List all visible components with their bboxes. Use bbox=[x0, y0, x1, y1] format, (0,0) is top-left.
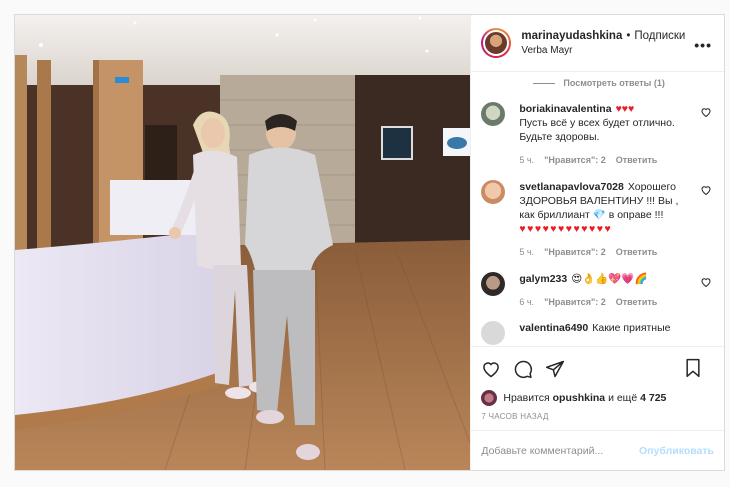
hearts-emoji: ♥♥♥♥♥♥♥♥♥♥♥♥ bbox=[519, 223, 613, 235]
like-comment-heart-icon[interactable] bbox=[700, 276, 712, 288]
follow-status-button[interactable]: Подписки bbox=[634, 30, 685, 42]
post-modal: marinayudashkina • Подписки Verba Mayr •… bbox=[14, 14, 725, 471]
more-options-icon[interactable]: ••• bbox=[694, 37, 712, 53]
comment-meta: 6 ч. "Нравится": 2 Ответить bbox=[519, 295, 679, 309]
comment-likes[interactable]: "Нравится": 2 bbox=[544, 153, 606, 167]
comment-text: Пусть всё у всех будет отлично. Будьте з… bbox=[519, 117, 675, 143]
comments-list: Посмотреть ответы (1) boriakinavalentina… bbox=[471, 72, 724, 346]
commenter-username[interactable]: valentina6490 bbox=[519, 322, 588, 334]
post-header: marinayudashkina • Подписки Verba Mayr •… bbox=[471, 15, 724, 72]
view-replies-link[interactable]: Посмотреть ответы (1) bbox=[533, 78, 714, 88]
reply-button[interactable]: Ответить bbox=[616, 153, 658, 167]
comment-age: 5 ч. bbox=[519, 247, 535, 257]
comment-likes[interactable]: "Нравится": 2 bbox=[544, 295, 606, 309]
comment-input[interactable] bbox=[481, 444, 640, 457]
liker-username[interactable]: opushkina bbox=[553, 392, 606, 404]
comment-item: boriakinavalentina ♥♥♥ Пусть всё у всех б… bbox=[481, 102, 714, 167]
liker-avatar[interactable] bbox=[481, 390, 498, 406]
comment-meta: 5 ч. "Нравится": 2 Ответить bbox=[519, 245, 679, 259]
comment-item: galym233 😍👌👍💖💗🌈 6 ч. "Нравится": 2 Ответи… bbox=[481, 272, 714, 309]
author-username[interactable]: marinayudashkina bbox=[521, 30, 622, 42]
commenter-avatar[interactable] bbox=[481, 272, 506, 296]
comment-text: Какие приятные bbox=[592, 322, 671, 334]
post-side-panel: marinayudashkina • Подписки Verba Mayr •… bbox=[470, 15, 724, 470]
separator-dot: • bbox=[626, 30, 631, 42]
comment-item: svetlanapavlova7028 Хорошего ЗДОРОВЬЯ ВАЛ… bbox=[481, 180, 714, 259]
share-paper-plane-icon[interactable] bbox=[545, 359, 565, 379]
comment-meta: 5 ч. "Нравится": 2 Ответить bbox=[519, 153, 679, 167]
commenter-avatar[interactable] bbox=[481, 180, 506, 204]
post-photo[interactable] bbox=[15, 15, 471, 470]
like-heart-icon[interactable] bbox=[481, 359, 501, 379]
commenter-username[interactable]: galym233 bbox=[519, 273, 567, 285]
comment-likes[interactable]: "Нравится": 2 bbox=[544, 245, 606, 259]
photo-scene bbox=[15, 15, 471, 470]
publish-button[interactable]: Опубликовать bbox=[639, 445, 714, 457]
location-link[interactable]: Verba Mayr bbox=[521, 45, 685, 56]
commenter-avatar[interactable] bbox=[481, 321, 506, 345]
author-avatar[interactable] bbox=[481, 28, 512, 58]
likes-summary: Нравится opushkina и ещё 4 725 bbox=[471, 390, 724, 406]
comment-bubble-icon[interactable] bbox=[513, 359, 533, 379]
post-actions-bar bbox=[471, 346, 724, 390]
like-comment-heart-icon[interactable] bbox=[700, 184, 712, 196]
add-comment-form: Опубликовать bbox=[471, 430, 724, 470]
comment-text: 😍👌👍💖💗🌈 bbox=[571, 273, 648, 285]
bookmark-icon[interactable] bbox=[684, 358, 702, 378]
comment-age: 6 ч. bbox=[519, 297, 535, 307]
reply-button[interactable]: Ответить bbox=[616, 295, 658, 309]
likes-prefix: Нравится bbox=[503, 392, 550, 404]
replies-dash bbox=[533, 82, 556, 84]
reply-button[interactable]: Ответить bbox=[616, 245, 658, 259]
comment-item: valentina6490 Какие приятные bbox=[481, 321, 714, 345]
commenter-username[interactable]: boriakinavalentina bbox=[519, 103, 611, 115]
view-replies-label: Посмотреть ответы (1) bbox=[563, 78, 665, 88]
comment-age: 5 ч. bbox=[519, 155, 535, 165]
hearts-emoji: ♥♥♥ bbox=[615, 103, 635, 115]
author-info: marinayudashkina • Подписки Verba Mayr bbox=[521, 30, 685, 56]
likes-count[interactable]: 4 725 bbox=[640, 392, 666, 404]
likes-suffix: и ещё bbox=[608, 392, 638, 404]
commenter-avatar[interactable] bbox=[481, 102, 506, 126]
like-comment-heart-icon[interactable] bbox=[700, 106, 712, 118]
commenter-username[interactable]: svetlanapavlova7028 bbox=[519, 181, 624, 193]
post-timestamp[interactable]: 7 ЧАСОВ НАЗАД bbox=[471, 412, 724, 430]
